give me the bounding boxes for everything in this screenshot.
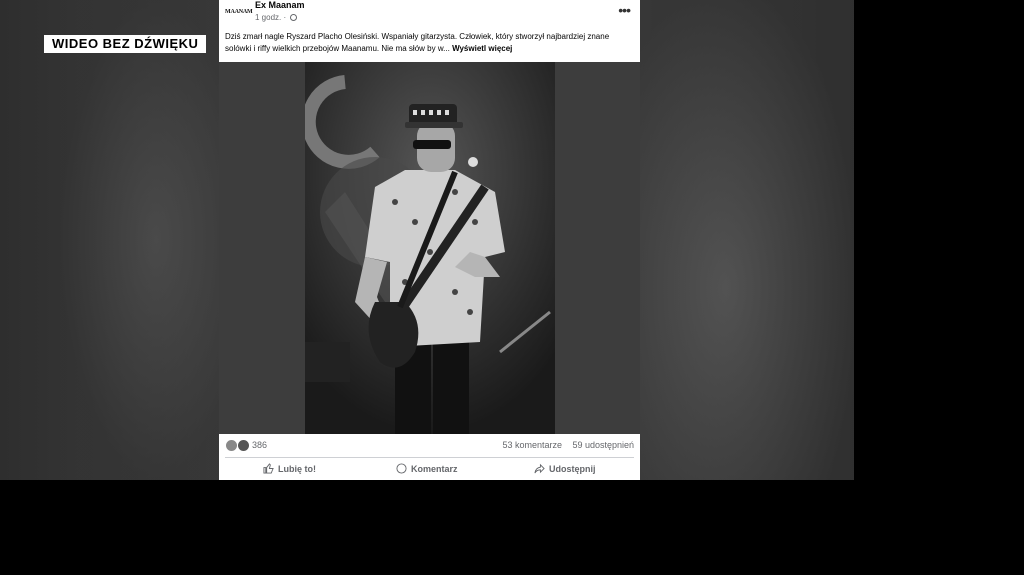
comment-button[interactable]: Komentarz: [396, 463, 458, 474]
share-button[interactable]: Udostępnij: [534, 463, 596, 474]
post-image[interactable]: [219, 62, 640, 434]
page-name[interactable]: Ex Maanam: [255, 0, 305, 10]
image-letterbox-right: [555, 62, 640, 434]
comment-button-label: Komentarz: [411, 463, 458, 474]
post-meta: 1 godz. ·: [255, 13, 298, 22]
thumbs-up-icon: [263, 463, 274, 474]
reaction-icons[interactable]: [225, 439, 250, 454]
share-icon: [534, 463, 545, 474]
page-logo[interactable]: MAANAM: [225, 5, 253, 19]
post-body: Dziś zmarł nagle Ryszard Placho Olesińsk…: [225, 32, 610, 53]
image-letterbox-left: [219, 62, 305, 434]
more-options-icon[interactable]: •••: [618, 2, 631, 18]
comments-count[interactable]: 53 komentarze: [502, 440, 562, 450]
reactions-count[interactable]: 386: [252, 440, 267, 450]
post-stats: 386 53 komentarze 59 udostępnień: [219, 434, 640, 456]
shares-count[interactable]: 59 udostępnień: [572, 440, 634, 450]
like-button[interactable]: Lubię to!: [263, 463, 316, 474]
share-button-label: Udostępnij: [549, 463, 596, 474]
facebook-post: MAANAM Ex Maanam 1 godz. · ••• Dziś zmar…: [219, 0, 640, 480]
video-frame: WIDEO BEZ DŹWIĘKU MAANAM Ex Maanam 1 god…: [0, 0, 854, 480]
post-actions: Lubię to! Komentarz Udostępnij: [225, 457, 634, 480]
guitarist-photo: [305, 62, 555, 434]
like-reaction-icon: [236, 439, 250, 452]
blurred-background-right: [640, 0, 854, 480]
see-more-link[interactable]: Wyświetl więcej: [452, 44, 512, 53]
globe-icon: [290, 14, 298, 21]
silent-video-badge: WIDEO BEZ DŹWIĘKU: [44, 35, 207, 53]
blurred-background-left: [60, 0, 220, 480]
post-header: MAANAM Ex Maanam 1 godz. · •••: [219, 0, 640, 28]
like-button-label: Lubię to!: [278, 463, 316, 474]
guitarist-illustration: [305, 62, 555, 434]
post-text: Dziś zmarł nagle Ryszard Placho Olesińsk…: [225, 31, 637, 55]
comment-icon: [396, 463, 407, 474]
post-time[interactable]: 1 godz.: [255, 13, 281, 22]
